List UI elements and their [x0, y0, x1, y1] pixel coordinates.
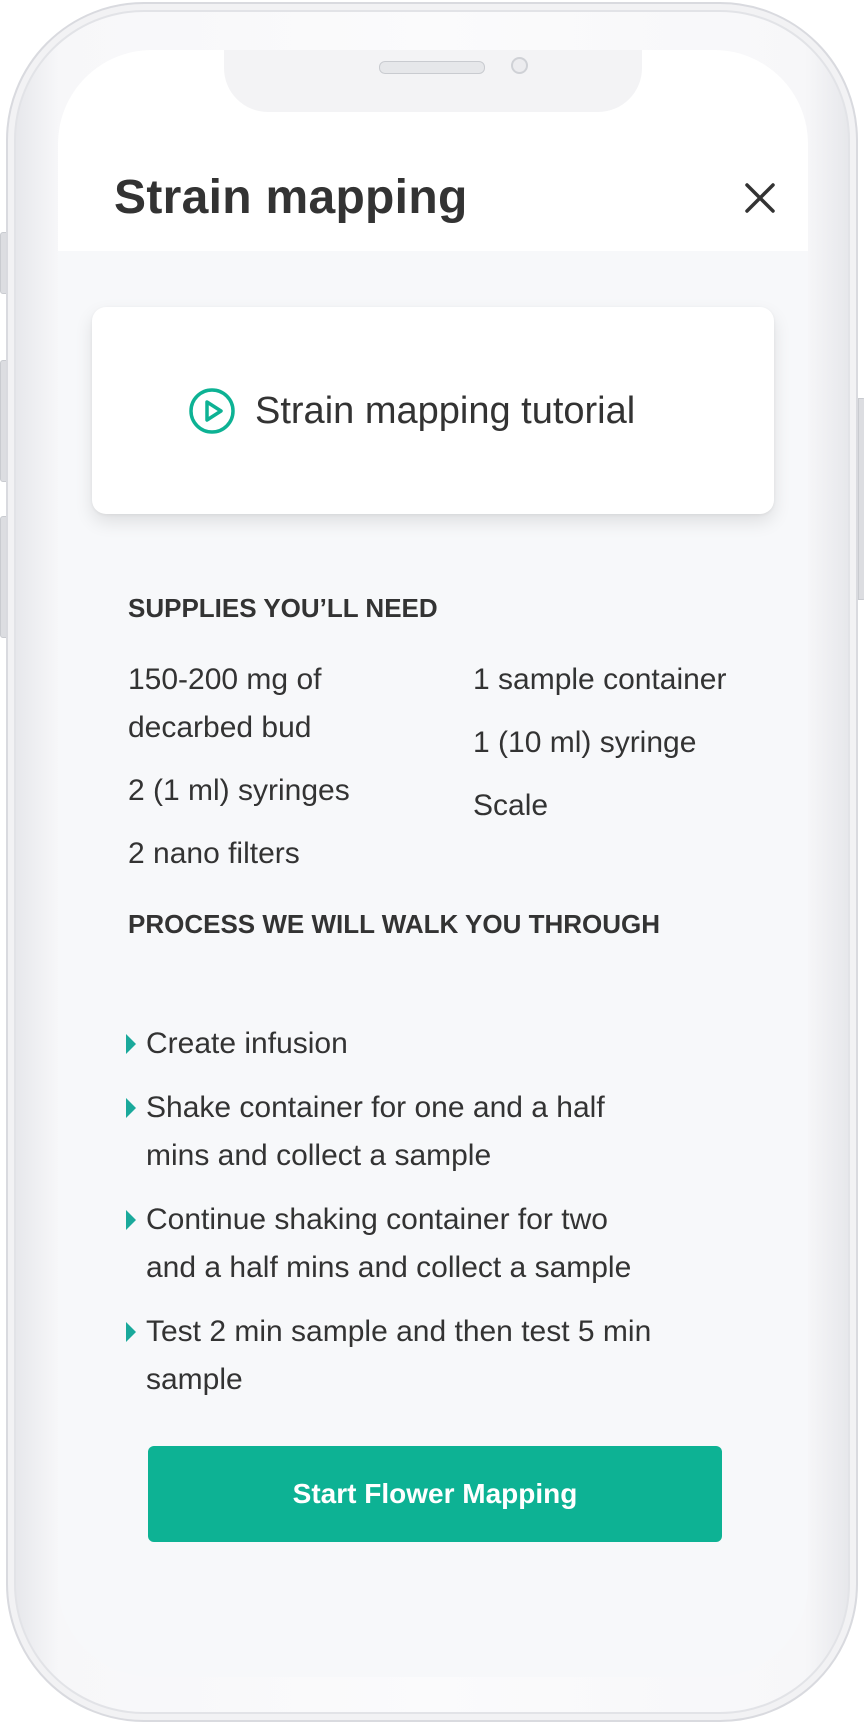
tutorial-label: Strain mapping tutorial — [255, 390, 636, 432]
start-flower-mapping-button[interactable]: Start Flower Mapping — [148, 1446, 722, 1542]
supply-item: 150-200 mg of decarbed bud — [128, 663, 322, 744]
close-button[interactable] — [740, 178, 780, 218]
supplies-list-right: 1 sample container 1 (10 ml) syringe Sca… — [473, 656, 803, 845]
process-step-text: Test 2 min sample and then test 5 min sa… — [146, 1315, 652, 1396]
app-screen: Strain mapping Strain mapping tutorial S… — [58, 50, 808, 1677]
power-button — [858, 398, 864, 600]
supply-item: 1 sample container — [473, 663, 727, 696]
process-step: Shake container for one and a half mins … — [122, 1084, 662, 1180]
process-step: Test 2 min sample and then test 5 min sa… — [122, 1308, 662, 1404]
caret-right-icon — [126, 1034, 136, 1054]
supply-item: 2 nano filters — [128, 837, 300, 870]
caret-right-icon — [126, 1322, 136, 1342]
process-step: Continue shaking container for two and a… — [122, 1196, 662, 1292]
supplies-list-left: 150-200 mg of decarbed bud 2 (1 ml) syri… — [128, 656, 428, 893]
supply-item: Scale — [473, 789, 549, 822]
front-camera — [511, 57, 528, 74]
speaker-grille — [379, 61, 485, 74]
supply-item: 1 (10 ml) syringe — [473, 726, 697, 759]
process-step: Create infusion — [122, 1020, 662, 1068]
process-list: Create infusion Shake container for one … — [122, 1020, 662, 1420]
process-step-text: Continue shaking container for two and a… — [146, 1203, 632, 1284]
supply-item: 2 (1 ml) syringes — [128, 774, 350, 807]
caret-right-icon — [126, 1098, 136, 1118]
process-step-text: Shake container for one and a half mins … — [146, 1091, 605, 1172]
process-heading: PROCESS WE WILL WALK YOU THROUGH — [128, 909, 661, 939]
caret-right-icon — [126, 1210, 136, 1230]
close-icon — [745, 183, 775, 213]
phone-notch — [224, 50, 642, 112]
supplies-heading: SUPPLIES YOU’LL NEED — [128, 593, 438, 623]
play-circle-icon — [189, 388, 235, 434]
tutorial-card[interactable]: Strain mapping tutorial — [92, 307, 774, 514]
process-step-text: Create infusion — [146, 1027, 348, 1060]
page-title: Strain mapping — [114, 171, 468, 224]
